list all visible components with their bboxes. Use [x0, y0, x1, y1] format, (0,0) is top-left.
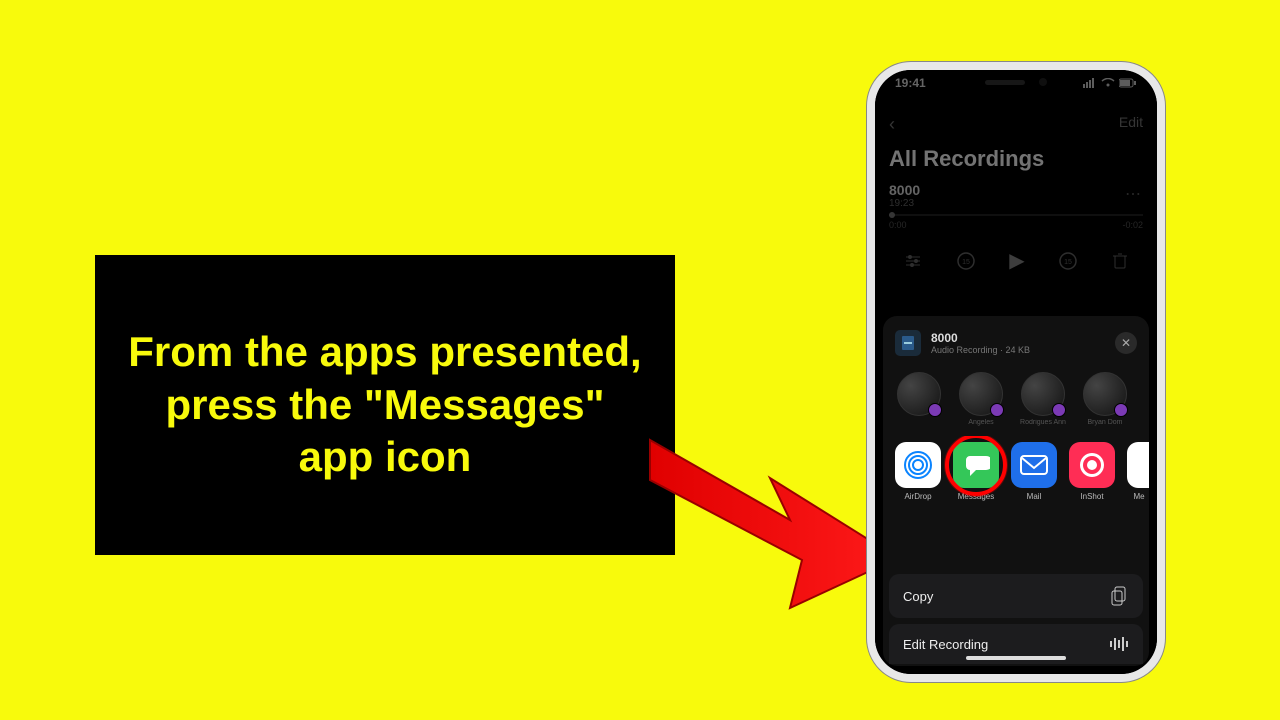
- copy-icon: [1111, 586, 1129, 606]
- time-start: 0:00: [889, 220, 907, 230]
- highlight-ring: [945, 436, 1007, 496]
- time-end: -0:02: [1122, 220, 1143, 230]
- airdrop-icon: [895, 442, 941, 488]
- inshot-icon: [1069, 442, 1115, 488]
- apps-row: AirDrop Messages Mail: [883, 436, 1149, 507]
- share-header: 8000 Audio Recording · 24 KB ✕: [883, 326, 1149, 366]
- progress-track[interactable]: [889, 214, 1143, 216]
- page-title: All Recordings: [889, 146, 1044, 172]
- rewind-15-icon[interactable]: 15: [956, 251, 976, 271]
- play-icon[interactable]: ▶: [1009, 248, 1024, 273]
- app-label: Mail: [1011, 492, 1057, 501]
- forward-15-icon[interactable]: 15: [1058, 251, 1078, 271]
- contact-suggestion[interactable]: Rodrigues Ann: [1017, 372, 1069, 426]
- mail-icon: [1011, 442, 1057, 488]
- app-mail[interactable]: Mail: [1011, 442, 1057, 501]
- status-icons: [1083, 76, 1137, 90]
- status-bar: 19:41: [875, 76, 1157, 90]
- instruction-text: From the apps presented, press the "Mess…: [125, 326, 645, 484]
- status-time: 19:41: [895, 76, 926, 90]
- app-airdrop[interactable]: AirDrop: [895, 442, 941, 501]
- app-messages[interactable]: Messages: [953, 442, 999, 501]
- contact-suggestion[interactable]: Bryan Dom: [1079, 372, 1131, 426]
- nav-row: ‹ Edit: [875, 114, 1157, 135]
- share-file-meta: Audio Recording · 24 KB: [931, 345, 1030, 355]
- recording-name: 8000: [889, 182, 1143, 198]
- action-list: Copy Edit Recording: [889, 568, 1143, 662]
- phone-mockup: 19:41 ‹ Edit All Recordings 8000 19:23 ⋯…: [867, 62, 1165, 682]
- player-controls: 15 ▶ 15: [875, 248, 1157, 273]
- svg-text:15: 15: [962, 259, 970, 266]
- app-more[interactable]: Me: [1127, 442, 1149, 501]
- more-icon[interactable]: ⋯: [1125, 184, 1141, 204]
- more-app-icon: [1127, 442, 1149, 488]
- pointer-arrow: [640, 430, 900, 610]
- instruction-caption: From the apps presented, press the "Mess…: [95, 255, 675, 555]
- recording-item[interactable]: 8000 19:23: [889, 182, 1143, 209]
- battery-icon: [1119, 78, 1137, 88]
- recording-time: 19:23: [889, 198, 1143, 209]
- trash-icon[interactable]: [1112, 252, 1128, 270]
- app-label: AirDrop: [895, 492, 941, 501]
- share-sheet: 8000 Audio Recording · 24 KB ✕ Angeles R…: [883, 316, 1149, 666]
- close-icon[interactable]: ✕: [1115, 332, 1137, 354]
- action-label: Edit Recording: [903, 637, 988, 652]
- edit-button[interactable]: Edit: [1119, 114, 1143, 135]
- contacts-row: Angeles Rodrigues Ann Bryan Dom: [883, 366, 1149, 436]
- share-file-name: 8000: [931, 331, 1030, 345]
- app-inshot[interactable]: InShot: [1069, 442, 1115, 501]
- contact-suggestion[interactable]: Angeles: [955, 372, 1007, 426]
- file-icon: [895, 330, 921, 356]
- app-label: Me: [1127, 492, 1149, 501]
- waveform-icon: [1109, 636, 1129, 652]
- signal-icon: [1083, 78, 1097, 88]
- messages-icon: [953, 442, 999, 488]
- contact-suggestion[interactable]: [893, 372, 945, 426]
- action-label: Copy: [903, 589, 933, 604]
- svg-text:15: 15: [1065, 259, 1073, 266]
- settings-icon[interactable]: [904, 254, 922, 268]
- action-copy[interactable]: Copy: [889, 574, 1143, 618]
- wifi-icon: [1101, 78, 1115, 88]
- home-indicator[interactable]: [966, 656, 1066, 660]
- progress-times: 0:00 -0:02: [889, 220, 1143, 230]
- app-label: InShot: [1069, 492, 1115, 501]
- back-chevron-icon[interactable]: ‹: [889, 114, 895, 135]
